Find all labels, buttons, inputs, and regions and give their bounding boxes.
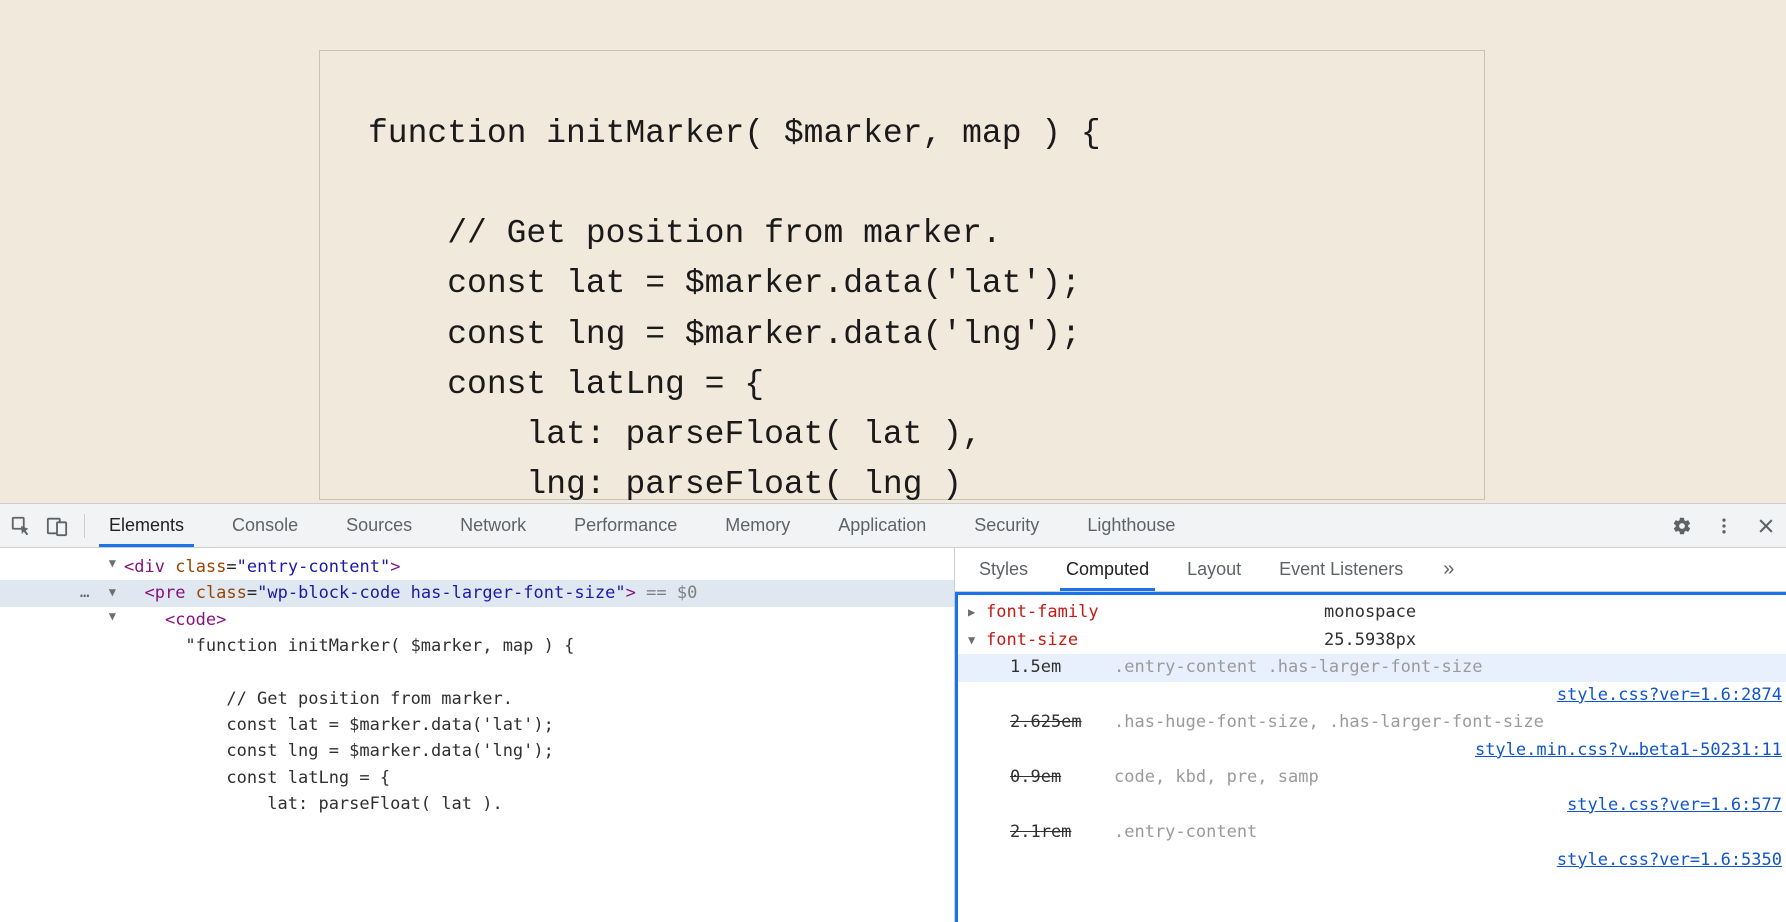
dom-row[interactable]: ▼<div class="entry-content"> xyxy=(0,554,954,580)
trace-row[interactable]: 2.1rem.entry-content xyxy=(958,819,1786,847)
dom-text-row[interactable]: lat: parseFloat( lat ). xyxy=(0,791,954,817)
styles-sidebar: Styles Computed Layout Event Listeners »… xyxy=(955,548,1786,922)
trace-row[interactable]: 0.9emcode, kbd, pre, samp xyxy=(958,764,1786,792)
tab-application[interactable]: Application xyxy=(828,504,936,547)
tab-network[interactable]: Network xyxy=(450,504,536,547)
dom-row[interactable]: ▼ <code> xyxy=(0,607,954,633)
page-content: function initMarker( $marker, map ) { //… xyxy=(0,0,1786,503)
trace-row[interactable]: 2.625em.has-huge-font-size, .has-larger-… xyxy=(958,709,1786,737)
dom-text-row[interactable]: "function initMarker( $marker, map ) { xyxy=(0,633,954,659)
source-link[interactable]: style.css?ver=1.6:5350 xyxy=(1557,847,1782,875)
computed-property[interactable]: ▶font-familymonospace xyxy=(958,599,1786,627)
inspect-icon[interactable] xyxy=(10,515,32,537)
styles-tab-layout[interactable]: Layout xyxy=(1181,548,1247,591)
device-toggle-icon[interactable] xyxy=(46,515,68,537)
close-icon[interactable] xyxy=(1756,516,1776,536)
dom-text-row[interactable]: const lat = $marker.data('lat'); xyxy=(0,712,954,738)
tab-lighthouse[interactable]: Lighthouse xyxy=(1077,504,1185,547)
computed-property[interactable]: ▼font-size25.5938px xyxy=(958,627,1786,655)
tab-sources[interactable]: Sources xyxy=(336,504,422,547)
source-link[interactable]: style.css?ver=1.6:2874 xyxy=(1557,682,1782,710)
computed-pane[interactable]: ▶font-familymonospace▼font-size25.5938px… xyxy=(955,592,1786,922)
source-link[interactable]: style.css?ver=1.6:577 xyxy=(1567,792,1782,820)
dom-row-selected[interactable]: … ▼ <pre class="wp-block-code has-larger… xyxy=(0,580,954,606)
tab-security[interactable]: Security xyxy=(964,504,1049,547)
elements-pane[interactable]: ▼<div class="entry-content">… ▼ <pre cla… xyxy=(0,548,955,922)
dom-text-row[interactable] xyxy=(0,659,954,685)
tab-performance[interactable]: Performance xyxy=(564,504,687,547)
dom-text-row[interactable]: // Get position from marker. xyxy=(0,686,954,712)
styles-tab-computed[interactable]: Computed xyxy=(1060,548,1155,591)
styles-tab-eventlisteners[interactable]: Event Listeners xyxy=(1273,548,1409,591)
devtools-toolbar: Elements Console Sources Network Perform… xyxy=(0,504,1786,548)
dom-text-row[interactable]: const lng = $marker.data('lng'); xyxy=(0,738,954,764)
tab-console[interactable]: Console xyxy=(222,504,308,547)
source-link[interactable]: style.min.css?v…beta1-50231:11 xyxy=(1475,737,1782,765)
source-link-row: style.css?ver=1.6:5350 xyxy=(958,847,1786,875)
devtools-panel: Elements Console Sources Network Perform… xyxy=(0,503,1786,922)
source-link-row: style.css?ver=1.6:577 xyxy=(958,792,1786,820)
toolbar-divider xyxy=(84,514,85,538)
styles-tab-strip: Styles Computed Layout Event Listeners » xyxy=(955,548,1786,592)
kebab-icon[interactable] xyxy=(1714,516,1734,536)
devtools-tab-strip: Elements Console Sources Network Perform… xyxy=(99,504,1185,547)
source-link-row: style.css?ver=1.6:2874 xyxy=(958,682,1786,710)
dom-tree[interactable]: ▼<div class="entry-content">… ▼ <pre cla… xyxy=(0,548,954,922)
code-block: function initMarker( $marker, map ) { //… xyxy=(319,50,1485,500)
gear-icon[interactable] xyxy=(1672,516,1692,536)
trace-row[interactable]: 1.5em.entry-content .has-larger-font-siz… xyxy=(958,654,1786,682)
tab-memory[interactable]: Memory xyxy=(715,504,800,547)
source-link-row: style.min.css?v…beta1-50231:11 xyxy=(958,737,1786,765)
tab-elements[interactable]: Elements xyxy=(99,504,194,547)
code-content: function initMarker( $marker, map ) { //… xyxy=(368,109,1436,510)
chevron-right-icon[interactable]: » xyxy=(1443,558,1454,581)
styles-tab-styles[interactable]: Styles xyxy=(973,548,1034,591)
dom-text-row[interactable]: const latLng = { xyxy=(0,765,954,791)
ellipsis-icon[interactable]: … xyxy=(80,580,90,605)
